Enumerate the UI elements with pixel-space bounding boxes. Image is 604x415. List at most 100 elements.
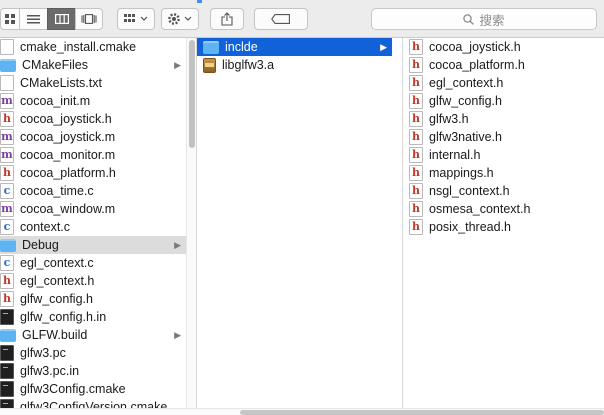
folder-icon [0,328,16,342]
file-row[interactable]: h mappings.h [403,164,604,182]
file-name: libglfw3.a [222,58,275,72]
h-file-icon: h [409,93,423,109]
file-row[interactable]: glfw3.pc.in [0,362,186,380]
file-row[interactable]: h glfw3.h [403,110,604,128]
file-name: cmake_install.cmake [20,40,137,54]
folder-icon [0,58,16,72]
arrange-grid-icon [124,14,148,22]
file-row[interactable]: m cocoa_init.m [0,92,186,110]
file-row[interactable]: glfw3.pc [0,344,186,362]
chevron-right-icon: ▶ [174,240,181,250]
file-name: cocoa_time.c [20,184,94,198]
document-icon [0,39,14,55]
column-1-scroll-thumb[interactable] [189,40,195,148]
file-name: glfw3.pc [20,346,66,360]
focus-indicator [197,0,202,3]
h-file-icon: h [409,201,423,217]
h-file-icon: h [0,273,14,289]
column-2: inclde ▶ libglfw3.a [197,38,392,408]
column-view-button[interactable] [47,8,76,30]
horizontal-scrollbar[interactable] [0,408,604,415]
list-view-button[interactable] [19,8,48,30]
grid-icon [5,14,15,24]
search-placeholder: 搜索 [479,13,505,28]
horizontal-scroll-thumb[interactable] [240,410,604,415]
arrange-button[interactable] [117,8,155,30]
h-file-icon: h [0,165,14,181]
file-row[interactable]: glfw3ConfigVersion.cmake [0,398,186,408]
cover-flow-button[interactable] [75,8,103,30]
library-archive-icon [203,57,216,73]
file-name: cocoa_joystick.m [20,130,116,144]
file-row[interactable]: h egl_context.h [0,272,186,290]
file-row[interactable]: c context.c [0,218,186,236]
c-file-icon: c [0,183,14,199]
file-row[interactable]: GLFW.build ▶ [0,326,186,344]
file-row[interactable]: h cocoa_joystick.h [403,38,604,56]
file-row[interactable]: h nsgl_context.h [403,182,604,200]
exec-file-icon [0,363,14,379]
file-row[interactable]: h osmesa_context.h [403,200,604,218]
file-name: nsgl_context.h [429,184,510,198]
list-icon [27,14,40,23]
chevron-right-icon: ▶ [174,330,181,340]
icon-view-button[interactable] [0,8,20,30]
file-row[interactable]: h glfw3native.h [403,128,604,146]
file-row[interactable]: Debug ▶ [0,236,186,254]
h-file-icon: h [409,219,423,235]
file-name: context.c [20,220,71,234]
file-row[interactable]: h internal.h [403,146,604,164]
file-name: glfw3.h [429,112,469,126]
file-row[interactable]: h cocoa_joystick.h [0,110,186,128]
file-name: inclde [225,40,258,54]
file-row[interactable]: glfw3Config.cmake [0,380,186,398]
column-1-scrollbar[interactable] [186,38,196,408]
file-row[interactable]: c egl_context.c [0,254,186,272]
file-name: cocoa_joystick.h [20,112,112,126]
view-mode-control [0,8,103,30]
file-row[interactable]: m cocoa_monitor.m [0,146,186,164]
file-row[interactable]: h cocoa_platform.h [0,164,186,182]
file-name: GLFW.build [22,328,88,342]
file-row[interactable]: CMakeLists.txt [0,74,186,92]
file-row[interactable]: h glfw_config.h [403,92,604,110]
file-row[interactable]: inclde ▶ [197,38,392,56]
share-button[interactable] [210,8,244,30]
file-row[interactable]: m cocoa_joystick.m [0,128,186,146]
file-row[interactable]: h egl_context.h [403,74,604,92]
file-row[interactable]: h glfw_config.h [0,290,186,308]
file-row[interactable]: glfw_config.h.in [0,308,186,326]
file-row[interactable]: m cocoa_window.m [0,200,186,218]
file-name: glfw3Config.cmake [20,382,126,396]
finder-toolbar: 搜索 [0,0,604,38]
file-name: egl_context.h [20,274,95,288]
cover-flow-icon [81,14,97,24]
file-name: glfw_config.h.in [20,310,107,324]
file-row[interactable]: c cocoa_time.c [0,182,186,200]
file-name: egl_context.c [20,256,94,270]
h-file-icon: h [409,129,423,145]
action-button[interactable] [161,8,199,30]
m-file-icon: m [0,147,14,163]
file-name: egl_context.h [429,76,504,90]
tags-button[interactable] [254,8,308,30]
file-row[interactable]: h cocoa_platform.h [403,56,604,74]
c-file-icon: c [0,219,14,235]
exec-file-icon [0,399,14,408]
h-file-icon: h [0,111,14,127]
file-name: glfw3ConfigVersion.cmake [20,400,168,408]
file-name: CMakeLists.txt [20,76,102,90]
h-file-icon: h [409,165,423,181]
exec-file-icon [0,381,14,397]
file-name: glfw_config.h [429,94,502,108]
file-name: cocoa_platform.h [20,166,116,180]
file-row[interactable]: h posix_thread.h [403,218,604,236]
file-name: glfw3native.h [429,130,502,144]
file-row[interactable]: cmake_install.cmake [0,38,186,56]
columns-icon [54,14,69,24]
file-row[interactable]: libglfw3.a [197,56,392,74]
file-row[interactable]: CMakeFiles ▶ [0,56,186,74]
document-icon [0,75,14,91]
search-field[interactable]: 搜索 [371,8,597,30]
folder-icon [0,238,16,252]
